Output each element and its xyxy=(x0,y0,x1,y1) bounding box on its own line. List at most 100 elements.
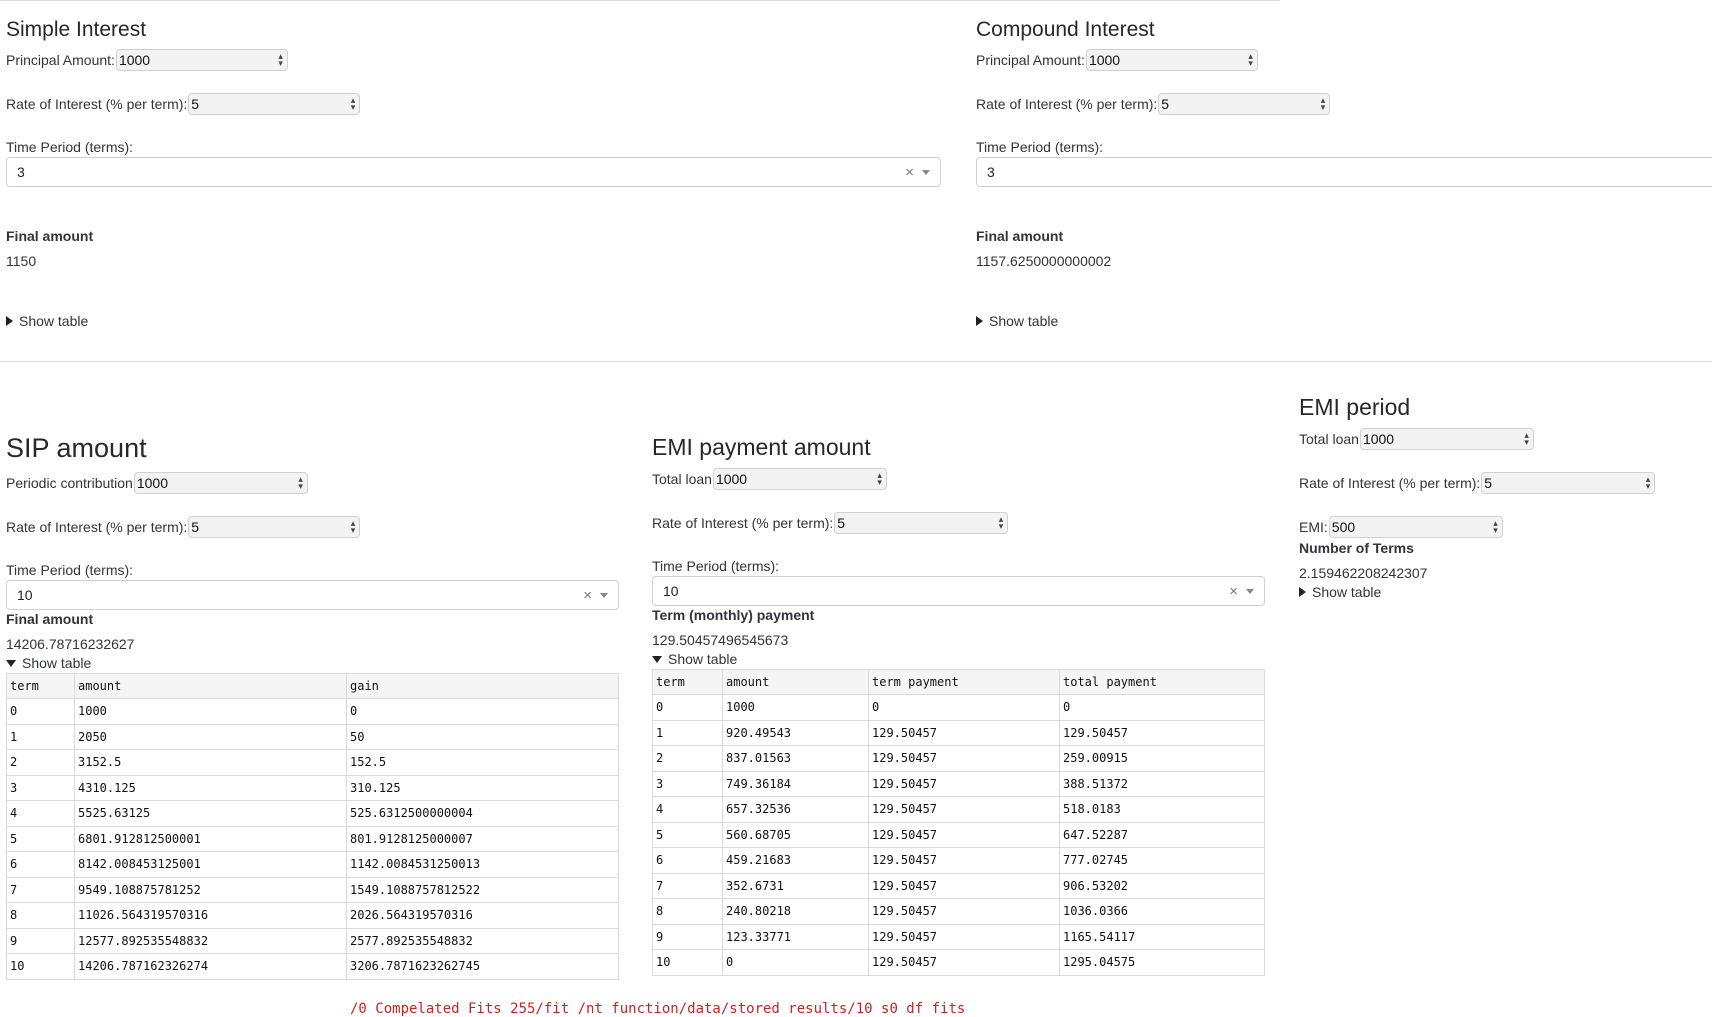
spinner-icon[interactable]: ▴ ▾ xyxy=(1248,52,1253,68)
table-cell: 8 xyxy=(652,898,723,925)
emi-period-loan-input[interactable]: 1000 ▴ ▾ xyxy=(1359,428,1534,450)
sip-title: SIP amount xyxy=(6,433,147,463)
table-cell: 3 xyxy=(6,774,75,801)
table-cell: 647.52287 xyxy=(1059,821,1265,848)
table-cell: 11026.564319570316 xyxy=(74,902,347,929)
table-cell: 560.68705 xyxy=(722,821,869,848)
simple-rate-input[interactable]: 5 ▴ ▾ xyxy=(188,93,361,115)
spinner-icon[interactable]: ▴ ▾ xyxy=(877,471,882,487)
table-cell: 129.50457 xyxy=(868,719,1060,746)
sip-show-table[interactable]: Show table xyxy=(6,655,91,671)
simple-principal-input[interactable]: 1000 ▴ ▾ xyxy=(115,49,288,71)
sip-table-header: term amount gain xyxy=(6,673,619,699)
emi-column-header: term xyxy=(652,669,723,695)
table-cell: 129.50457 xyxy=(868,949,1060,976)
emi-payment-show-table-label: Show table xyxy=(668,651,738,667)
compound-rate-value: 5 xyxy=(1161,96,1170,112)
table-row: 8 11026.564319570316 2026.564319570316 xyxy=(6,902,619,929)
chevron-down-icon[interactable] xyxy=(600,592,608,598)
table-cell: 837.01563 xyxy=(722,745,869,772)
emi-period-loan-value: 1000 xyxy=(1362,431,1395,447)
table-row: 4 657.32536 129.50457 518.0183 xyxy=(652,796,1265,823)
compound-final-label: Final amount xyxy=(976,228,1064,244)
simple-principal-row: Principal Amount: 1000 ▴ ▾ xyxy=(6,49,288,71)
emi-payment-rate-input[interactable]: 5 ▴ ▾ xyxy=(834,512,1009,534)
spinner-icon[interactable]: ▴ ▾ xyxy=(1524,431,1529,447)
table-cell: 7 xyxy=(652,872,723,899)
table-cell: 123.33771 xyxy=(722,923,869,950)
sip-contribution-input[interactable]: 1000 ▴ ▾ xyxy=(133,472,308,494)
table-cell: 388.51372 xyxy=(1059,770,1265,797)
table-cell: 9 xyxy=(652,923,723,950)
emi-payment-time-select[interactable]: 10 × xyxy=(652,576,1265,606)
table-row: 9 12577.892535548832 2577.892535548832 xyxy=(6,927,619,954)
table-row: 1 920.49543 129.50457 129.50457 xyxy=(652,719,1265,746)
sip-rate-label: Rate of Interest (% per term): xyxy=(6,519,188,535)
spinner-icon[interactable]: ▴ ▾ xyxy=(351,519,356,535)
table-cell: 129.50457 xyxy=(868,745,1060,772)
emi-payment-show-table[interactable]: Show table xyxy=(652,651,737,667)
sip-rate-input[interactable]: 5 ▴ ▾ xyxy=(188,516,361,538)
table-cell: 3 xyxy=(652,770,723,797)
table-cell: 3206.7871623262745 xyxy=(346,953,619,980)
emi-period-emi-input[interactable]: 500 ▴ ▾ xyxy=(1328,516,1503,538)
table-cell: 10 xyxy=(6,953,75,980)
clear-icon[interactable]: × xyxy=(583,587,592,604)
sip-rate-row: Rate of Interest (% per term): 5 ▴ ▾ xyxy=(6,516,361,538)
sip-time-select[interactable]: 10 × xyxy=(6,580,619,610)
sip-rate-value: 5 xyxy=(191,519,200,535)
table-cell: 0 xyxy=(722,949,869,976)
table-cell: 518.0183 xyxy=(1059,796,1265,823)
simple-principal-label: Principal Amount: xyxy=(6,52,115,68)
emi-payment-rate-label: Rate of Interest (% per term): xyxy=(652,515,834,531)
table-cell: 1142.0084531250013 xyxy=(346,851,619,878)
spinner-icon[interactable]: ▴ ▾ xyxy=(1321,96,1326,112)
section-divider xyxy=(0,361,1712,362)
spinner-icon[interactable]: ▴ ▾ xyxy=(999,515,1004,531)
chevron-down-icon[interactable] xyxy=(922,169,930,175)
simple-show-table[interactable]: Show table xyxy=(6,313,88,329)
table-cell: 8 xyxy=(6,902,75,929)
sip-column-header: gain xyxy=(346,673,619,699)
compound-principal-input[interactable]: 1000 ▴ ▾ xyxy=(1085,49,1258,71)
emi-period-emi-label: EMI: xyxy=(1299,519,1328,535)
table-cell: 0 xyxy=(1059,694,1265,721)
compound-principal-row: Principal Amount: 1000 ▴ ▾ xyxy=(976,49,1258,71)
spinner-icon[interactable]: ▴ ▾ xyxy=(1646,475,1651,491)
compound-rate-label: Rate of Interest (% per term): xyxy=(976,96,1158,112)
table-cell: 6 xyxy=(652,847,723,874)
spinner-icon[interactable]: ▴ ▾ xyxy=(1493,519,1498,535)
simple-time-select[interactable]: 3 × xyxy=(6,157,941,187)
sip-contribution-label: Periodic contribution xyxy=(6,475,133,491)
compound-principal-label: Principal Amount: xyxy=(976,52,1085,68)
compound-time-select[interactable]: 3 xyxy=(976,157,1712,187)
simple-rate-value: 5 xyxy=(191,96,200,112)
spinner-icon[interactable]: ▴ ▾ xyxy=(298,475,303,491)
table-cell: 129.50457 xyxy=(868,847,1060,874)
table-cell: 459.21683 xyxy=(722,847,869,874)
spinner-icon[interactable]: ▴ ▾ xyxy=(351,96,356,112)
clear-icon[interactable]: × xyxy=(905,164,914,181)
table-cell: 1165.54117 xyxy=(1059,923,1265,950)
table-row: 10 14206.787162326274 3206.7871623262745 xyxy=(6,953,619,980)
triangle-down-icon xyxy=(652,655,662,663)
emi-period-rate-label: Rate of Interest (% per term): xyxy=(1299,475,1481,491)
simple-time-value: 3 xyxy=(17,164,25,180)
simple-title: Simple Interest xyxy=(6,18,147,41)
emi-period-rate-input[interactable]: 5 ▴ ▾ xyxy=(1481,472,1656,494)
chevron-down-icon[interactable] xyxy=(1246,588,1254,594)
spinner-icon[interactable]: ▴ ▾ xyxy=(278,52,283,68)
emi-payment-loan-input[interactable]: 1000 ▴ ▾ xyxy=(712,468,887,490)
clear-icon[interactable]: × xyxy=(1229,583,1238,600)
table-cell: 777.02745 xyxy=(1059,847,1265,874)
table-cell: 6 xyxy=(6,851,75,878)
sip-final-value: 14206.78716232627 xyxy=(6,636,135,652)
compound-show-table[interactable]: Show table xyxy=(976,313,1058,329)
emi-period-show-table[interactable]: Show table xyxy=(1299,584,1381,600)
emi-payment-time-value: 10 xyxy=(663,583,679,599)
sip-show-table-label: Show table xyxy=(22,655,92,671)
compound-rate-input[interactable]: 5 ▴ ▾ xyxy=(1158,93,1331,115)
table-row: 1 2050 50 xyxy=(6,723,619,750)
table-cell: 1000 xyxy=(722,694,869,721)
table-cell: 1 xyxy=(6,723,75,750)
